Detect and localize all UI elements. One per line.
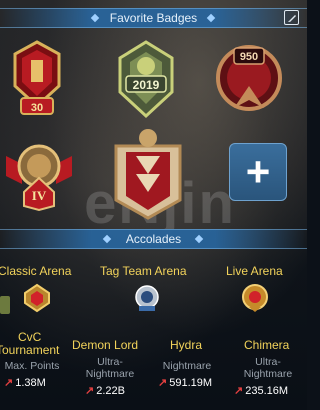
demon-lord-sub-line2: Nightmare [85, 368, 135, 380]
badge-dragon-banner[interactable] [106, 126, 190, 227]
live-arena-icon[interactable] [240, 283, 270, 318]
cvc-value-text: 1.38M [15, 377, 46, 389]
diamond-icon [206, 13, 216, 23]
chimera-value: ↗ 235.16M [234, 384, 288, 397]
arrow-icon: ↗ [158, 377, 168, 389]
hydra-value: ↗ 591.19M [158, 376, 212, 389]
edit-icon[interactable] [284, 10, 299, 25]
badge-iv[interactable]: IV [2, 136, 76, 217]
diamond-icon [102, 234, 112, 244]
chimera-title: Chimera [244, 338, 290, 352]
tag-team-arena-label: Tag Team Arena [100, 264, 187, 278]
badge-2019[interactable]: 2019 [112, 38, 180, 127]
badge-950-text: 950 [240, 51, 258, 63]
arrow-icon: ↗ [85, 385, 95, 397]
hydra-subtitle: Nightmare [152, 360, 222, 372]
cvc-value: ↗ 1.38M [4, 376, 46, 389]
demon-lord-sub-line1: Ultra- [97, 356, 123, 368]
demon-lord-value-text: 2.22B [96, 385, 125, 397]
badge-30[interactable]: 30 [7, 40, 67, 125]
chimera-sub-line1: Ultra- [255, 356, 281, 368]
add-badge-button[interactable]: + [229, 143, 287, 201]
hydra-title: Hydra [170, 338, 203, 352]
demon-lord-value: ↗ 2.22B [85, 384, 125, 397]
accolades-title: Accolades [125, 232, 182, 246]
diamond-icon [90, 13, 100, 23]
badge-2019-text: 2019 [133, 78, 160, 92]
decorative-flag [0, 296, 10, 314]
plus-icon: + [245, 148, 271, 195]
demon-lord-subtitle: Ultra- Nightmare [80, 356, 140, 380]
classic-arena-icon[interactable] [22, 283, 52, 318]
favorite-badges-title: Favorite Badges [109, 11, 198, 25]
cvc-title-line1: CvC [18, 330, 42, 344]
chimera-value-text: 235.16M [245, 385, 289, 397]
chimera-sub-line2: Nightmare [243, 368, 293, 380]
badge-iv-text: IV [32, 188, 47, 203]
cvc-title-line2: Tournament [0, 343, 60, 357]
arrow-icon: ↗ [234, 385, 244, 397]
hydra-value-text: 591.19M [169, 377, 213, 389]
favorite-badges-header: Favorite Badges [0, 8, 307, 28]
badge-30-text: 30 [31, 102, 43, 114]
live-arena-label: Live Arena [226, 264, 283, 278]
classic-arena-label: Classic Arena [0, 264, 72, 278]
accolades-header: Accolades [0, 229, 307, 249]
demon-lord-title: Demon Lord [72, 338, 139, 352]
cvc-subtitle: Max. Points [4, 360, 60, 372]
diamond-icon [194, 234, 204, 244]
chimera-subtitle: Ultra- Nightmare [236, 356, 300, 380]
hydra-sub-line1: Nightmare [162, 360, 212, 372]
arrow-icon: ↗ [4, 377, 14, 389]
tag-team-arena-icon[interactable] [132, 283, 162, 318]
badge-950[interactable]: 950 [214, 36, 284, 127]
